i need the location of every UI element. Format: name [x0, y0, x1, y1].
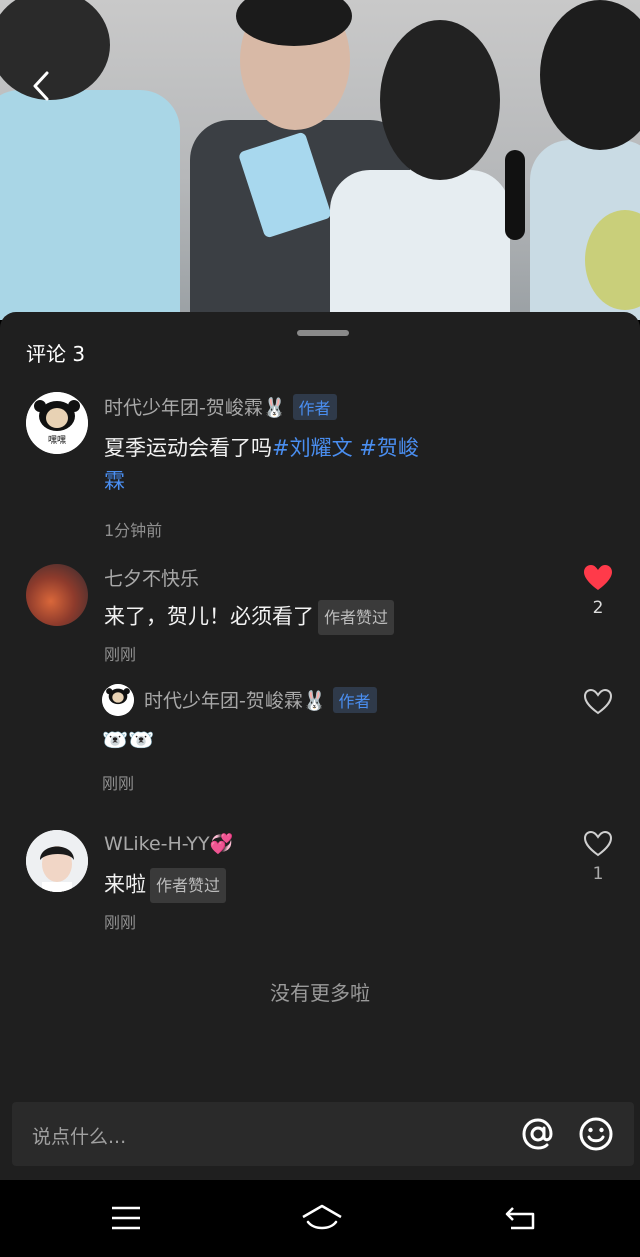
comment-username[interactable]: 七夕不快乐	[104, 564, 199, 591]
comments-title: 评论 3	[26, 342, 86, 366]
home-icon	[302, 1204, 342, 1230]
comment-time: 1分钟前	[104, 521, 163, 540]
back-button[interactable]	[26, 66, 56, 106]
author-badge: 作者	[292, 393, 337, 420]
comment-input[interactable]: 说点什么...	[12, 1102, 634, 1166]
system-home-button[interactable]	[300, 1198, 344, 1238]
svg-text:嘿嘿: 嘿嘿	[48, 435, 66, 446]
comment-text[interactable]: 来了，贺儿！必须看了 作者赞过	[104, 600, 395, 635]
comment-time: 刚刚	[104, 913, 137, 932]
avatar[interactable]	[102, 684, 134, 716]
like-button[interactable]	[578, 688, 618, 720]
avatar[interactable]	[26, 830, 88, 892]
system-menu-button[interactable]	[104, 1198, 148, 1238]
comment-username[interactable]: WLike-H-YY💞	[104, 832, 233, 855]
comment-text[interactable]: 来啦 作者赞过	[104, 868, 227, 903]
hashtag-link[interactable]: #刘耀文	[272, 436, 353, 460]
reply-username[interactable]: 时代少年团-贺峻霖🐰 作者	[144, 686, 377, 713]
emoji-button[interactable]	[578, 1116, 614, 1152]
comments-sheet: 评论 3 嘿嘿 时代少年团-贺峻霖🐰 作者 夏季运动会看了吗#刘耀文 #贺峻霖 …	[0, 312, 640, 1180]
heart-outline-icon	[583, 688, 613, 715]
at-icon	[522, 1118, 553, 1150]
system-nav-bar	[0, 1180, 640, 1257]
heart-filled-icon	[584, 565, 612, 590]
reply-text[interactable]: 🐻‍❄️🐻‍❄️	[102, 724, 154, 757]
author-badge: 作者	[332, 686, 377, 713]
menu-icon	[112, 1206, 140, 1230]
heart-outline-icon	[583, 830, 613, 857]
avatar[interactable]: 嘿嘿	[26, 392, 88, 454]
comment-time: 刚刚	[104, 645, 137, 664]
comment-username[interactable]: 时代少年团-贺峻霖🐰 作者	[104, 393, 337, 420]
author-liked-badge: 作者赞过	[318, 600, 395, 635]
like-count: 2	[592, 598, 604, 618]
like-button[interactable]: 2	[578, 564, 618, 618]
smiley-icon	[579, 1117, 613, 1151]
back-arrow-icon	[505, 1207, 535, 1230]
video-preview[interactable]	[0, 0, 640, 320]
author-liked-badge: 作者赞过	[150, 868, 227, 903]
comment-text[interactable]: 夏季运动会看了吗#刘耀文 #贺峻霖	[104, 432, 484, 498]
system-back-button[interactable]	[498, 1198, 542, 1238]
no-more-label: 没有更多啦	[270, 981, 370, 1005]
like-count: 1	[592, 864, 604, 884]
avatar[interactable]	[26, 564, 88, 626]
chevron-left-icon	[33, 71, 49, 101]
like-button[interactable]: 1	[578, 830, 618, 884]
reply-time: 刚刚	[102, 774, 135, 793]
comment-input-placeholder[interactable]: 说点什么...	[32, 1122, 126, 1149]
drag-handle[interactable]	[297, 330, 349, 336]
mention-button[interactable]	[520, 1116, 556, 1152]
